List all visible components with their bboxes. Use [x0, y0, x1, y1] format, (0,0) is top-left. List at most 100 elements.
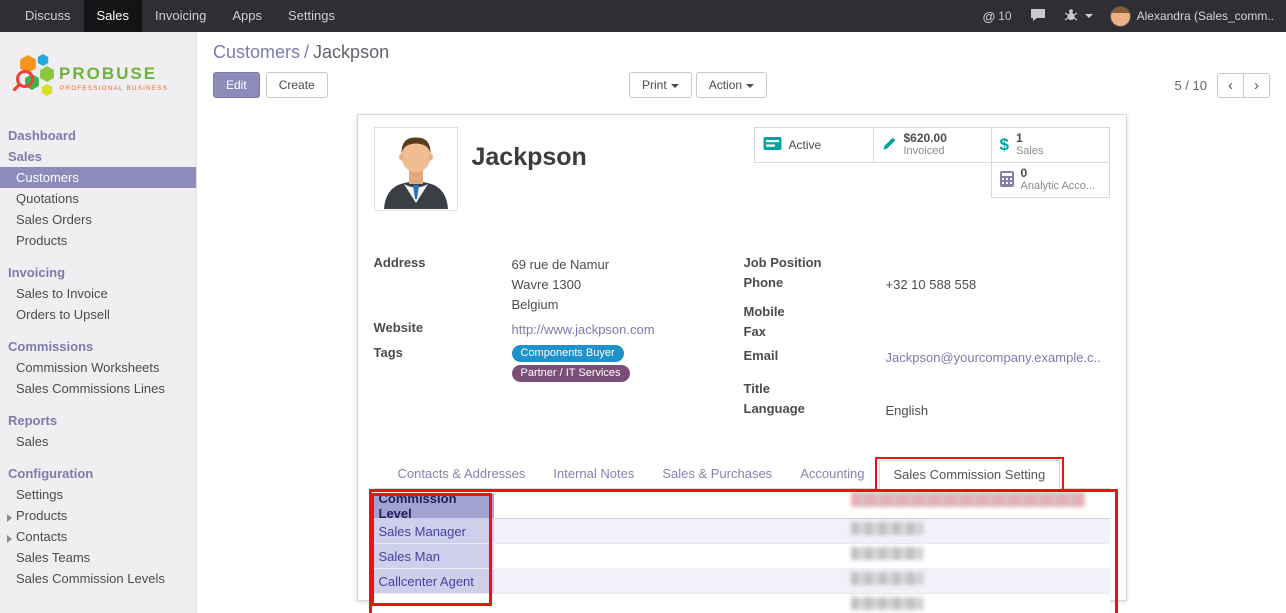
sidebar-section-reports: Reports	[0, 410, 196, 431]
user-avatar	[1110, 6, 1131, 27]
mobile-label: Mobile	[744, 304, 886, 319]
stat-sales-button[interactable]: $ 1 Sales	[991, 127, 1110, 163]
title-label: Title	[744, 381, 886, 396]
commission-table: Commission Level Sales Manager Sales Man…	[374, 489, 1110, 613]
stat-invoiced-value: $620.00	[904, 132, 947, 145]
menu-apps[interactable]: Apps	[219, 0, 275, 32]
pencil-icon	[882, 136, 897, 154]
tab-contacts-addresses[interactable]: Contacts & Addresses	[384, 460, 540, 488]
pager-next-button[interactable]: ›	[1243, 73, 1270, 98]
stat-sales-label: Sales	[1016, 145, 1044, 158]
commission-level-cell[interactable]: Sales Manager	[374, 519, 494, 543]
stat-invoiced-button[interactable]: $620.00 Invoiced	[873, 127, 992, 163]
pager-count: 5 / 10	[1174, 78, 1207, 93]
sidebar-item-sales-teams[interactable]: Sales Teams	[0, 547, 196, 568]
table-row[interactable]: Sales Man	[374, 544, 1110, 569]
menu-invoicing[interactable]: Invoicing	[142, 0, 219, 32]
dollar-icon: $	[1000, 135, 1009, 155]
chat-bubble-icon	[1030, 8, 1046, 25]
print-label: Print	[642, 78, 667, 92]
phone-label: Phone	[744, 275, 886, 295]
email-link[interactable]: Jackpson@yourcompany.example.c..	[886, 350, 1101, 365]
at-icon: @	[983, 9, 996, 24]
tab-sales-commission-setting-label: Sales Commission Setting	[894, 467, 1046, 482]
breadcrumb: Customers/Jackpson	[213, 42, 1270, 63]
tab-sales-purchases[interactable]: Sales & Purchases	[648, 460, 786, 488]
action-dropdown[interactable]: Action	[696, 72, 767, 98]
job-position-label: Job Position	[744, 255, 886, 270]
sidebar-item-orders-to-upsell[interactable]: Orders to Upsell	[0, 304, 196, 325]
redacted-content	[851, 547, 923, 560]
user-menu[interactable]: Alexandra (Sales_comm..	[1102, 6, 1282, 27]
commission-level-column-header[interactable]: Commission Level	[374, 494, 494, 518]
tab-internal-notes[interactable]: Internal Notes	[539, 460, 648, 488]
top-navbar: Discuss Sales Invoicing Apps Settings @ …	[0, 0, 1286, 32]
edit-button[interactable]: Edit	[213, 72, 260, 98]
sidebar-item-products[interactable]: Products	[0, 230, 196, 251]
messages-button[interactable]	[1021, 0, 1055, 32]
control-panel: Customers/Jackpson Edit Create Print Act…	[197, 32, 1286, 98]
stat-analytic-label: Analytic Acco...	[1021, 180, 1096, 193]
print-dropdown[interactable]: Print	[629, 72, 692, 98]
website-link[interactable]: http://www.jackpson.com	[512, 322, 655, 337]
table-row-empty	[374, 594, 1110, 613]
sidebar-item-sales-commission-levels[interactable]: Sales Commission Levels	[0, 568, 196, 589]
table-row[interactable]: Sales Manager	[374, 519, 1110, 544]
customer-form-sheet: Jackpson Active	[357, 114, 1127, 601]
tab-sales-commission-setting[interactable]: Sales Commission Setting	[879, 460, 1061, 489]
sidebar-item-reports-sales[interactable]: Sales	[0, 431, 196, 452]
pager-previous-button[interactable]: ‹	[1217, 73, 1244, 98]
app-menus: Discuss Sales Invoicing Apps Settings	[0, 0, 348, 32]
sidebar-item-sales[interactable]: Sales	[0, 146, 196, 167]
sidebar-section-invoicing: Invoicing	[0, 262, 196, 283]
sidebar-item-sales-orders[interactable]: Sales Orders	[0, 209, 196, 230]
main-content: Customers/Jackpson Edit Create Print Act…	[197, 32, 1286, 613]
sidebar-item-customers[interactable]: Customers	[0, 167, 196, 188]
tab-accounting[interactable]: Accounting	[786, 460, 878, 488]
sidebar-item-config-products[interactable]: Products	[0, 505, 196, 526]
bug-icon	[1064, 8, 1078, 25]
create-button[interactable]: Create	[266, 72, 328, 98]
sidebar-item-sales-to-invoice[interactable]: Sales to Invoice	[0, 283, 196, 304]
language-label: Language	[744, 401, 886, 421]
chevron-down-icon	[746, 84, 754, 88]
sidebar-item-commission-worksheets[interactable]: Commission Worksheets	[0, 357, 196, 378]
chevron-down-icon	[1085, 14, 1093, 18]
field-groups: Address 69 rue de Namur Wavre 1300 Belgi…	[374, 255, 1110, 426]
website-label: Website	[374, 320, 512, 340]
sidebar-nav: Dashboard Sales Customers Quotations Sal…	[0, 125, 196, 589]
redacted-content	[851, 597, 923, 610]
sidebar-item-dashboard[interactable]: Dashboard	[0, 125, 196, 146]
chevron-down-icon	[671, 84, 679, 88]
customer-photo	[374, 127, 458, 211]
sidebar-item-config-contacts[interactable]: Contacts	[0, 526, 196, 547]
breadcrumb-current: Jackpson	[313, 42, 389, 62]
menu-discuss[interactable]: Discuss	[12, 0, 84, 32]
sidebar-item-quotations[interactable]: Quotations	[0, 188, 196, 209]
sidebar-section-commissions: Commissions	[0, 336, 196, 357]
stat-analytic-button[interactable]: 0 Analytic Acco...	[991, 162, 1110, 198]
active-toggle-icon	[763, 136, 782, 154]
debug-menu-button[interactable]	[1055, 0, 1102, 32]
sidebar-item-settings[interactable]: Settings	[0, 484, 196, 505]
breadcrumb-customers-link[interactable]: Customers	[213, 42, 300, 62]
stat-active-button[interactable]: Active	[754, 127, 874, 163]
mentions-button[interactable]: @ 10	[974, 0, 1021, 32]
menu-sales[interactable]: Sales	[84, 0, 143, 32]
commission-level-cell[interactable]: Callcenter Agent	[374, 569, 494, 593]
stat-analytic-value: 0	[1021, 167, 1028, 180]
probuse-logo: PROBUSE PROFESSIONAL BUSINESS	[0, 32, 196, 125]
action-label: Action	[709, 78, 742, 92]
address-value: 69 rue de Namur Wavre 1300 Belgium	[512, 255, 610, 315]
tag-partner-it-services: Partner / IT Services	[512, 365, 630, 382]
tag-components-buyer: Components Buyer	[512, 345, 624, 362]
brand-name: PROBUSE	[59, 64, 157, 83]
table-row[interactable]: Callcenter Agent	[374, 569, 1110, 594]
email-label: Email	[744, 348, 886, 368]
brand-tagline: PROFESSIONAL BUSINESS	[60, 85, 168, 92]
menu-settings[interactable]: Settings	[275, 0, 348, 32]
redacted-content	[851, 522, 923, 535]
redacted-content	[851, 492, 1085, 507]
commission-level-cell[interactable]: Sales Man	[374, 544, 494, 568]
sidebar-item-sales-commissions-lines[interactable]: Sales Commissions Lines	[0, 378, 196, 399]
